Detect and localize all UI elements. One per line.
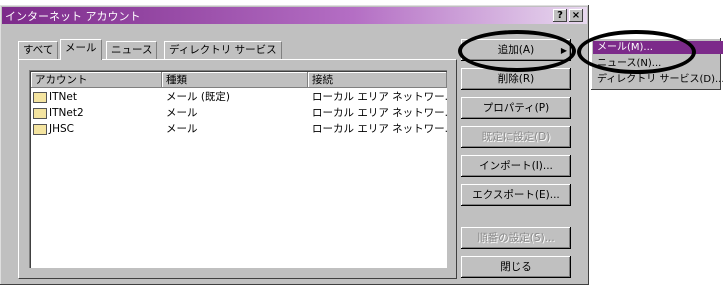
table-row[interactable]: JHSC メール ローカル エリア ネットワー... bbox=[31, 122, 447, 136]
account-connection: ローカル エリア ネットワー... bbox=[312, 123, 447, 135]
account-type: メール (既定) bbox=[166, 91, 231, 103]
set-default-button[interactable]: 既定に設定(D) bbox=[461, 126, 571, 148]
account-type: メール bbox=[166, 107, 198, 119]
export-button[interactable]: エクスポート(E)... bbox=[461, 184, 571, 206]
close-window-button[interactable]: × bbox=[569, 9, 583, 22]
import-button[interactable]: インポート(I)... bbox=[461, 155, 571, 177]
account-type: メール bbox=[166, 123, 198, 135]
column-header-account[interactable]: アカウント bbox=[31, 72, 162, 88]
column-header-connection[interactable]: 接続 bbox=[308, 72, 447, 88]
tab-all[interactable]: すべて bbox=[18, 41, 59, 59]
account-list[interactable]: アカウント 種類 接続 ITNet メール (既定) ローカル エリア ネットワ… bbox=[29, 70, 447, 268]
highlight-circle-add bbox=[458, 30, 576, 72]
column-header-type[interactable]: 種類 bbox=[162, 72, 308, 88]
help-button[interactable]: ? bbox=[553, 9, 567, 22]
account-name: JHSC bbox=[49, 123, 74, 135]
mail-account-icon bbox=[33, 92, 47, 103]
mail-account-icon bbox=[33, 108, 47, 119]
account-connection: ローカル エリア ネットワー... bbox=[312, 107, 447, 119]
table-row[interactable]: ITNet メール (既定) ローカル エリア ネットワー... bbox=[31, 90, 447, 104]
tab-news[interactable]: ニュース bbox=[106, 41, 158, 59]
properties-button[interactable]: プロパティ(P) bbox=[461, 97, 571, 119]
mail-account-icon bbox=[33, 124, 47, 135]
table-row[interactable]: ITNet2 メール ローカル エリア ネットワー... bbox=[31, 106, 447, 120]
title-bar[interactable]: インターネット アカウント ? × bbox=[2, 7, 587, 24]
account-name: ITNet bbox=[49, 91, 77, 103]
account-connection: ローカル エリア ネットワー... bbox=[312, 91, 447, 103]
close-button[interactable]: 閉じる bbox=[461, 256, 571, 278]
menu-item-directory-service[interactable]: ディレクトリ サービス(D)... bbox=[593, 73, 723, 86]
tab-mail[interactable]: メール bbox=[60, 39, 102, 60]
account-name: ITNet2 bbox=[49, 107, 84, 119]
window-title: インターネット アカウント bbox=[5, 10, 141, 23]
highlight-circle-mail bbox=[577, 30, 696, 74]
tab-panel: アカウント 種類 接続 ITNet メール (既定) ローカル エリア ネットワ… bbox=[18, 59, 457, 279]
set-order-button[interactable]: 順番の設定(S)... bbox=[461, 227, 571, 249]
tab-directory-service[interactable]: ディレクトリ サービス bbox=[164, 41, 282, 59]
